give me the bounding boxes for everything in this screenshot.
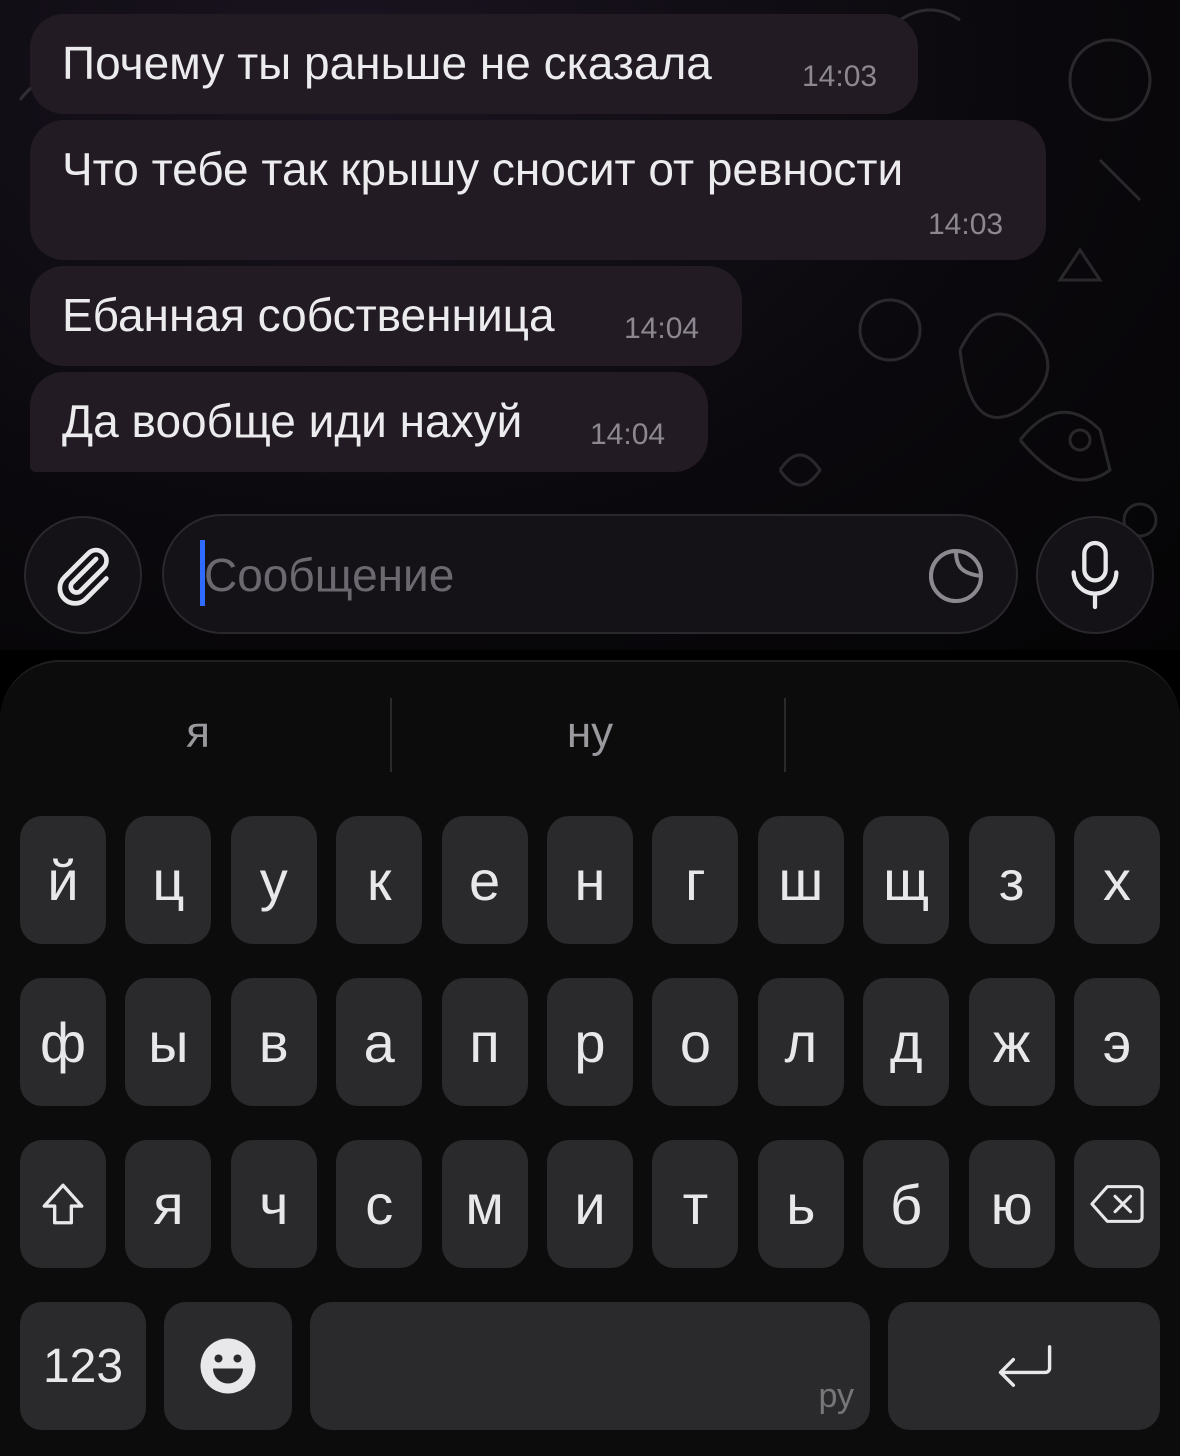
voice-message-button[interactable] (1036, 516, 1154, 634)
key-row1-1[interactable]: ц (125, 816, 212, 944)
attach-button[interactable] (24, 516, 142, 634)
key-row3-8[interactable]: ю (968, 1140, 1055, 1268)
suggestion-2[interactable]: ну (440, 708, 740, 758)
key-row2-9[interactable]: ж (968, 978, 1055, 1106)
key-row2-2[interactable]: в (230, 978, 317, 1106)
microphone-icon (1071, 540, 1119, 610)
message-text: Что тебе так крышу сносит от ревности (62, 143, 904, 195)
sticker-icon[interactable] (926, 546, 986, 606)
message-bubble[interactable]: Да вообще иди нахуй 14:04 (30, 372, 708, 472)
key-row1-8[interactable]: щ (863, 816, 950, 944)
shift-icon (42, 1183, 84, 1225)
message-time: 14:03 (802, 60, 878, 93)
message-bubble[interactable]: Что тебе так крышу сносит от ревности 14… (30, 120, 1046, 260)
return-icon (998, 1345, 1052, 1387)
key-row3-6[interactable]: ь (757, 1140, 844, 1268)
key-row3-2[interactable]: с (336, 1140, 423, 1268)
message-time: 14:03 (928, 208, 1004, 241)
message-text: Да вообще иди нахуй (62, 395, 523, 447)
message-text: Почему ты раньше не сказала (62, 37, 712, 89)
key-row1-9[interactable]: з (968, 816, 1055, 944)
message-placeholder: Сообщение (204, 549, 455, 601)
key-row2-7[interactable]: л (757, 978, 844, 1106)
key-row3-7[interactable]: б (863, 1140, 950, 1268)
message-text: Ебанная собственница (62, 289, 555, 341)
suggestion-divider (390, 698, 392, 772)
key-row3-0[interactable]: я (125, 1140, 212, 1268)
key-row2-0[interactable]: ф (20, 978, 106, 1106)
keyboard: я ну 123 ру йцукенгшщзхфывапролджэячсмит… (0, 660, 1180, 1456)
suggestion-1[interactable]: я (48, 708, 348, 758)
enter-key[interactable] (888, 1302, 1160, 1430)
key-row1-10[interactable]: х (1074, 816, 1160, 944)
key-row1-0[interactable]: й (20, 816, 106, 944)
message-time: 14:04 (624, 312, 700, 345)
key-row1-7[interactable]: ш (757, 816, 844, 944)
key-row2-1[interactable]: ы (125, 978, 212, 1106)
message-bubble[interactable]: Ебанная собственница 14:04 (30, 266, 742, 366)
emoji-key[interactable] (164, 1302, 292, 1430)
key-row3-3[interactable]: м (441, 1140, 528, 1268)
space-language-label: ру (818, 1377, 854, 1415)
suggestion-divider (784, 698, 786, 772)
message-input[interactable]: Сообщение (162, 514, 1018, 634)
key-row2-6[interactable]: о (652, 978, 739, 1106)
message-time: 14:04 (590, 418, 666, 451)
key-row1-2[interactable]: у (230, 816, 317, 944)
key-row3-1[interactable]: ч (230, 1140, 317, 1268)
key-row2-5[interactable]: р (547, 978, 633, 1106)
key-row2-8[interactable]: д (863, 978, 950, 1106)
key-row3-4[interactable]: и (547, 1140, 633, 1268)
shift-key[interactable] (20, 1140, 106, 1268)
backspace-icon (1090, 1185, 1144, 1223)
backspace-key[interactable] (1074, 1140, 1160, 1268)
key-row3-5[interactable]: т (652, 1140, 739, 1268)
key-row1-5[interactable]: н (547, 816, 633, 944)
key-row2-10[interactable]: э (1074, 978, 1160, 1106)
numbers-key[interactable]: 123 (20, 1302, 146, 1430)
chat-area: Почему ты раньше не сказала 14:03 Что те… (0, 0, 1180, 650)
key-row1-4[interactable]: е (441, 816, 528, 944)
key-row1-6[interactable]: г (652, 816, 739, 944)
key-row1-3[interactable]: к (336, 816, 423, 944)
emoji-icon (200, 1338, 256, 1394)
message-bubble[interactable]: Почему ты раньше не сказала 14:03 (30, 14, 918, 114)
key-row2-3[interactable]: а (336, 978, 423, 1106)
key-row2-4[interactable]: п (441, 978, 528, 1106)
paperclip-icon (57, 547, 109, 606)
space-key[interactable]: ру (310, 1302, 870, 1430)
